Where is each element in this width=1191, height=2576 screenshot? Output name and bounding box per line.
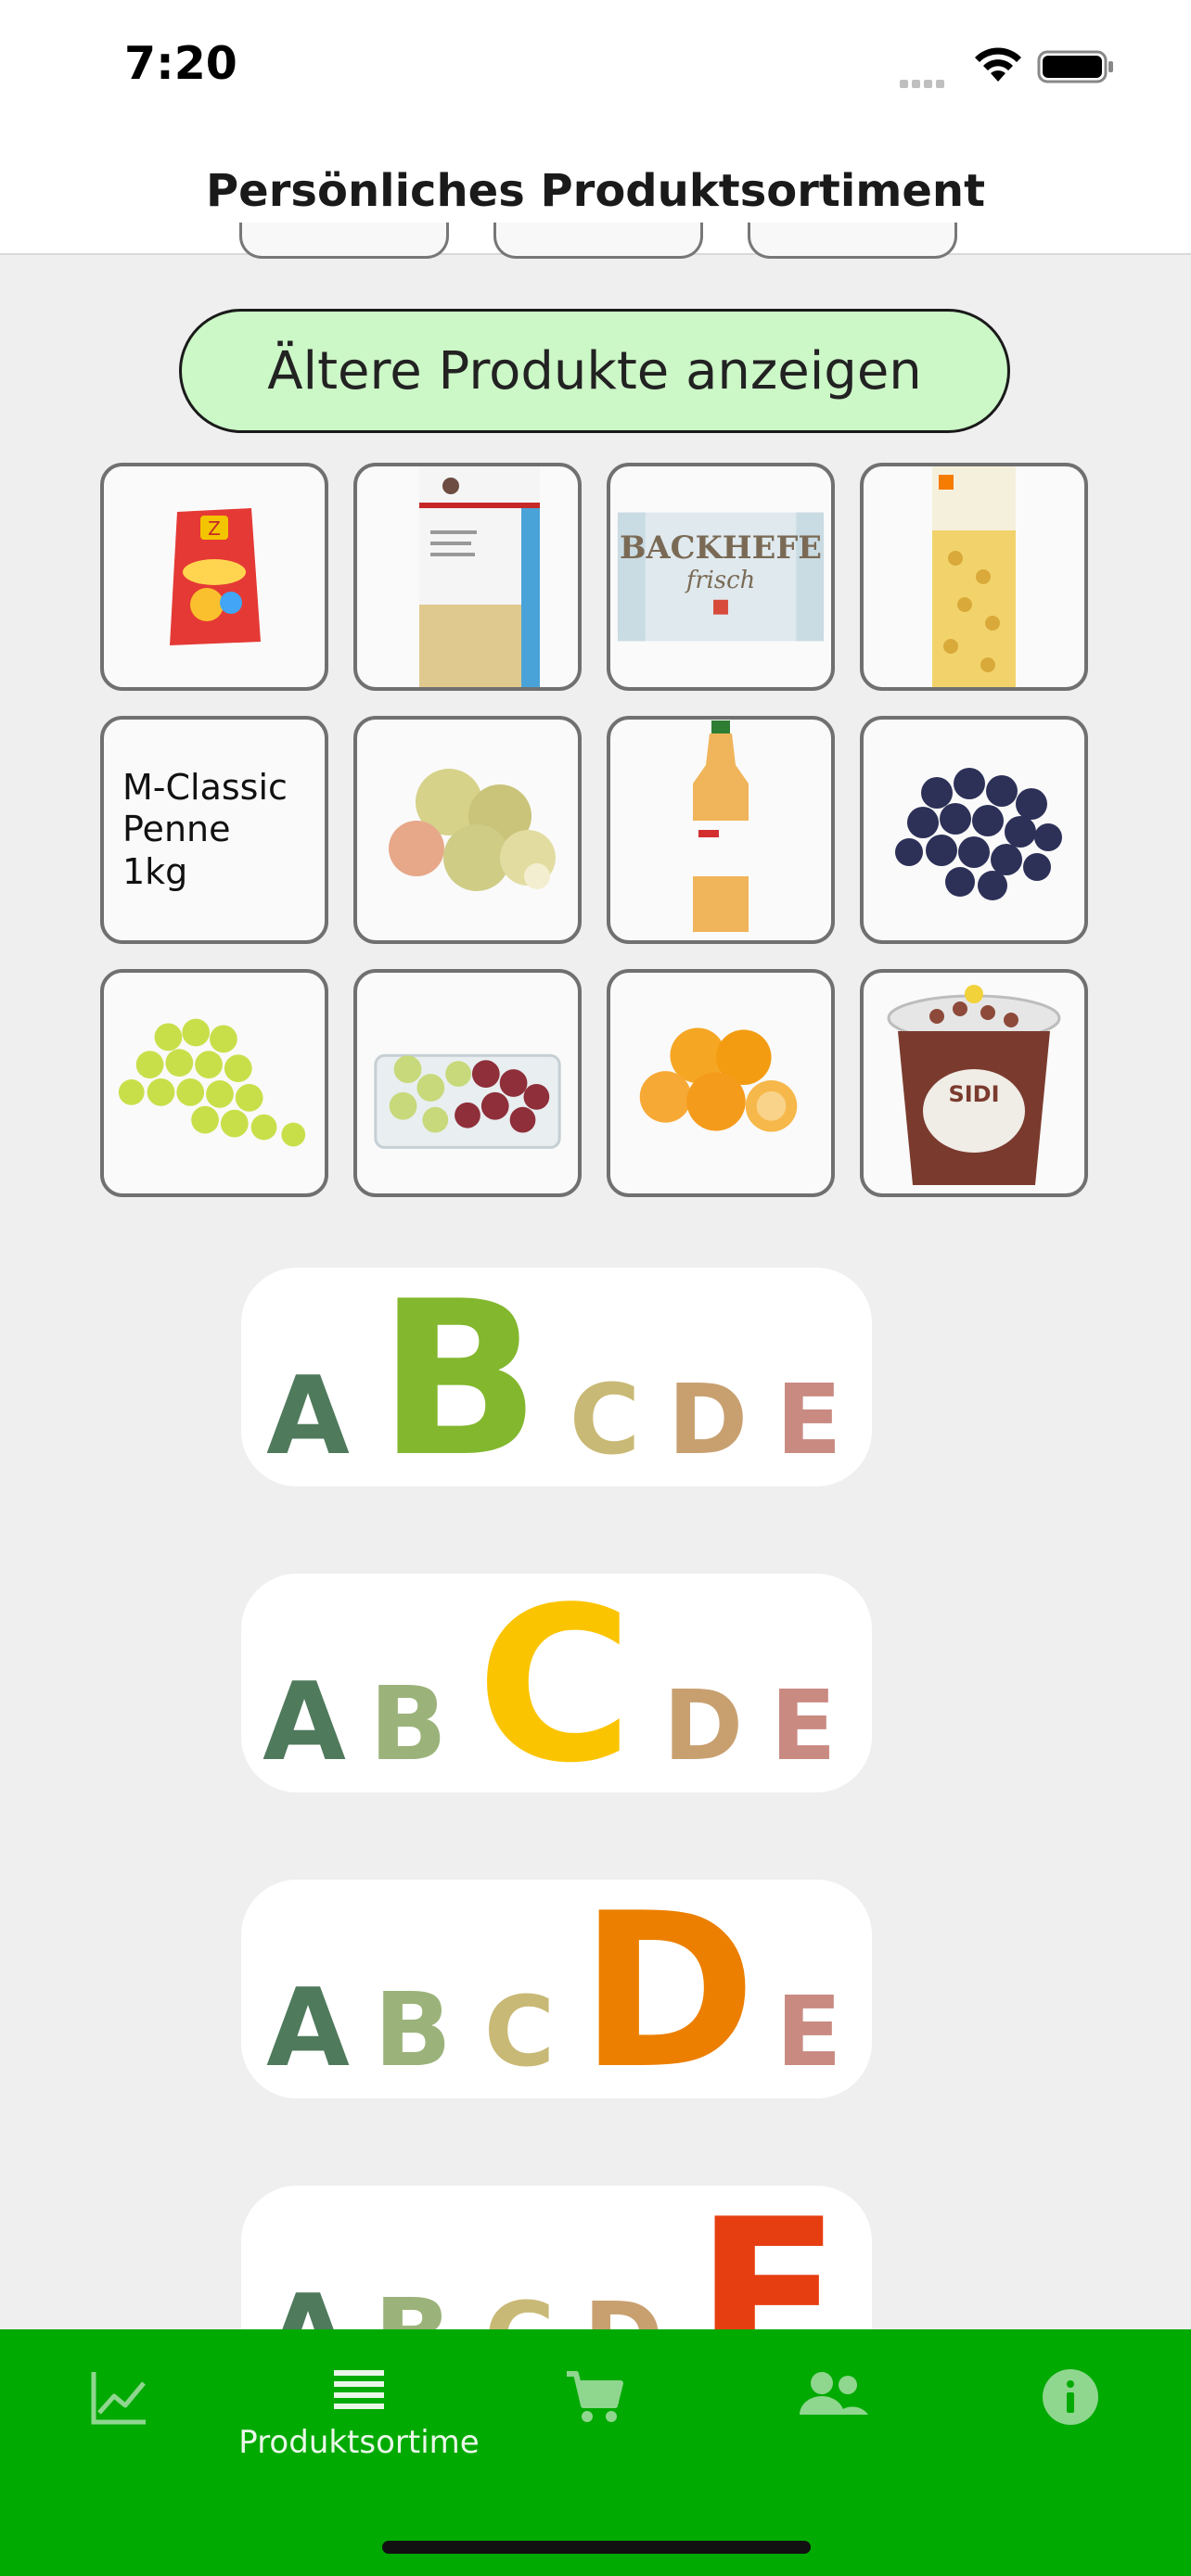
backhefe-image: BACKHEFE frisch [617, 512, 825, 642]
tab-shopping[interactable] [501, 2365, 686, 2494]
dark-grapes-image [895, 768, 1062, 900]
nutri-letter-c-active: C [477, 1574, 634, 1792]
product-tile-candy-yogurt[interactable]: SIDI [860, 969, 1088, 1197]
cellular-signal-icon [900, 74, 948, 92]
chips-bag-image: Z [170, 508, 261, 645]
nutri-letter-e: E [775, 1975, 841, 2088]
product-tile-flour[interactable] [353, 463, 582, 691]
pasta-pack-image [932, 466, 1016, 687]
nutri-letter-b-active: B [378, 1268, 540, 1486]
product-tile-dark-grapes[interactable] [860, 716, 1088, 944]
nutri-letter-d: D [663, 1669, 743, 1782]
top-bar: 7:20 Persönliches Produktsortiment [0, 0, 1191, 255]
product-tile-backhefe[interactable]: BACKHEFE frisch [607, 463, 835, 691]
tab-info[interactable] [978, 2365, 1163, 2494]
product-tile-m-classic-penne[interactable]: M-Classic Penne 1kg [100, 716, 328, 944]
nutri-letter-d: D [668, 1363, 748, 1476]
nutri-score-badge-b: A B C D E [241, 1268, 872, 1486]
cart-icon [567, 2371, 623, 2422]
chart-icon [91, 2372, 146, 2425]
iced-tea-bottle-image [693, 721, 749, 932]
svg-text:BACKHEFE: BACKHEFE [620, 529, 822, 566]
svg-text:Z: Z [208, 517, 221, 540]
candy-yogurt-cup-image: SIDI [887, 985, 1061, 1185]
product-name-text: M-Classic Penne 1kg [122, 766, 288, 892]
product-tile-mandarins[interactable] [607, 969, 835, 1197]
nutri-letter-a: A [263, 1660, 346, 1785]
nutri-letter-b: B [374, 1970, 452, 2089]
product-tile-apples[interactable] [353, 716, 582, 944]
mandarins-image [639, 1027, 798, 1132]
product-tile-white-grapes[interactable] [100, 969, 328, 1197]
status-time: 7:20 [124, 37, 237, 90]
tab-produktsortiment[interactable]: Produktsortime [238, 2365, 480, 2494]
people-icon [800, 2372, 868, 2415]
mixed-grapes-box-image [374, 1053, 561, 1149]
nutri-letter-b: B [369, 1664, 447, 1783]
show-older-products-button[interactable]: Ältere Produkte anzeigen [179, 309, 1010, 433]
nutri-letter-a: A [266, 1354, 350, 1479]
nutri-score-badge-c: A B C D E [241, 1574, 872, 1792]
partial-card [748, 223, 957, 259]
svg-text:SIDI: SIDI [948, 1081, 999, 1107]
product-tile-chips[interactable]: Z [100, 463, 328, 691]
wifi-icon [975, 47, 1021, 82]
partial-card [493, 223, 703, 259]
nutri-score-badge-d: A B C D E [241, 1880, 872, 2098]
nutri-letter-d-active: D [580, 1880, 757, 2098]
partial-card [239, 223, 449, 259]
nutri-letter-a: A [266, 1966, 350, 2091]
white-grapes-image [118, 1018, 306, 1147]
nutri-letter-c: C [484, 1975, 555, 2088]
tab-bar: Produktsortime [0, 2329, 1191, 2576]
product-tile-iced-tea[interactable] [607, 716, 835, 944]
battery-icon [1037, 50, 1113, 83]
nutri-letter-e: E [770, 1669, 836, 1782]
flour-bag-image [419, 466, 540, 687]
tab-statistics[interactable] [26, 2365, 211, 2494]
product-tile-mixed-grapes[interactable] [353, 969, 582, 1197]
page-title: Persönliches Produktsortiment [205, 165, 986, 217]
nutri-letter-c: C [570, 1363, 640, 1476]
list-icon [334, 2370, 384, 2409]
svg-text:frisch: frisch [685, 567, 755, 594]
apples-image [389, 769, 556, 891]
tab-produktsortiment-label: Produktsortime [238, 2424, 480, 2461]
info-icon [1043, 2369, 1098, 2425]
nutri-letter-e: E [775, 1363, 841, 1476]
product-tile-pasta[interactable] [860, 463, 1088, 691]
home-indicator [382, 2541, 811, 2554]
tab-community[interactable] [740, 2365, 926, 2494]
